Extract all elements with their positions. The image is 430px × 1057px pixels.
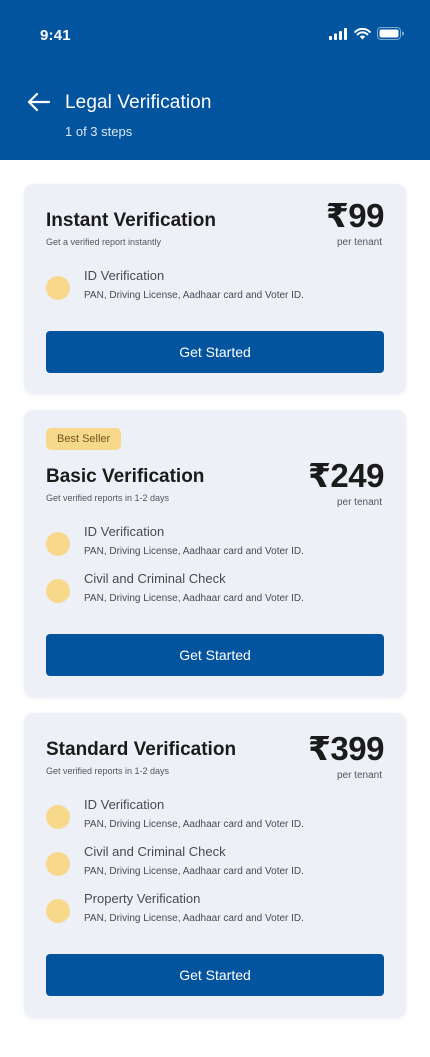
get-started-button[interactable]: Get Started — [46, 634, 384, 676]
plan-description: Get verified reports in 1-2 days — [46, 493, 170, 503]
status-icons — [329, 27, 404, 40]
plan-price: ₹99 — [325, 197, 385, 234]
feature-bullet-icon — [46, 852, 70, 876]
feature-details: PAN, Driving License, Aadhaar card and V… — [84, 913, 304, 924]
signal-icon — [329, 27, 348, 40]
feature-bullet-icon — [46, 579, 70, 603]
plan-card-standard: Standard Verification Get verified repor… — [24, 713, 406, 1018]
feature-item: Civil and Criminal Check PAN, Driving Li… — [46, 571, 386, 607]
page-title: Legal Verification — [65, 92, 212, 113]
feature-item: Property Verification PAN, Driving Licen… — [46, 891, 386, 927]
price-unit: per tenant — [336, 770, 382, 781]
plan-description: Get verified reports in 1-2 days — [46, 766, 170, 776]
price-unit: per tenant — [336, 497, 382, 508]
plan-description: Get a verified report instantly — [46, 237, 162, 247]
feature-name: Civil and Criminal Check — [84, 571, 226, 586]
feature-bullet-icon — [46, 532, 70, 556]
app-header: 9:41 Legal Verification 1 of 3 steps — [0, 0, 430, 160]
feature-name: Civil and Criminal Check — [84, 844, 226, 859]
best-seller-badge: Best Seller — [46, 428, 122, 450]
feature-bullet-icon — [46, 899, 70, 923]
feature-name: ID Verification — [84, 524, 165, 539]
feature-details: PAN, Driving License, Aadhaar card and V… — [84, 546, 304, 557]
feature-details: PAN, Driving License, Aadhaar card and V… — [84, 866, 304, 877]
feature-name: ID Verification — [84, 268, 165, 283]
feature-item: Civil and Criminal Check PAN, Driving Li… — [46, 844, 386, 880]
feature-bullet-icon — [46, 276, 70, 300]
feature-name: ID Verification — [84, 797, 165, 812]
feature-item: ID Verification PAN, Driving License, Aa… — [46, 524, 386, 560]
feature-details: PAN, Driving License, Aadhaar card and V… — [84, 819, 304, 830]
feature-details: PAN, Driving License, Aadhaar card and V… — [84, 290, 304, 301]
feature-bullet-icon — [46, 805, 70, 829]
status-time: 9:41 — [40, 27, 71, 44]
feature-details: PAN, Driving License, Aadhaar card and V… — [84, 593, 304, 604]
plan-title: Basic Verification — [46, 466, 205, 487]
back-arrow-icon — [26, 92, 51, 117]
get-started-button[interactable]: Get Started — [46, 331, 384, 373]
wifi-icon — [354, 27, 371, 40]
feature-item: ID Verification PAN, Driving License, Aa… — [46, 268, 386, 304]
back-button[interactable] — [26, 92, 51, 117]
status-bar: 9:41 — [0, 0, 430, 70]
price-unit: per tenant — [336, 237, 382, 248]
plan-price: ₹399 — [307, 730, 385, 767]
feature-item: ID Verification PAN, Driving License, Aa… — [46, 797, 386, 833]
battery-icon — [377, 27, 404, 40]
feature-name: Property Verification — [84, 891, 201, 906]
plan-title: Instant Verification — [46, 210, 216, 231]
plan-card-instant: Instant Verification Get a verified repo… — [24, 184, 406, 394]
plan-title: Standard Verification — [46, 739, 237, 760]
plan-price: ₹249 — [307, 457, 385, 494]
get-started-button[interactable]: Get Started — [46, 954, 384, 996]
step-indicator: 1 of 3 steps — [65, 124, 133, 139]
plan-card-basic: Best Seller Basic Verification Get verif… — [24, 410, 406, 697]
